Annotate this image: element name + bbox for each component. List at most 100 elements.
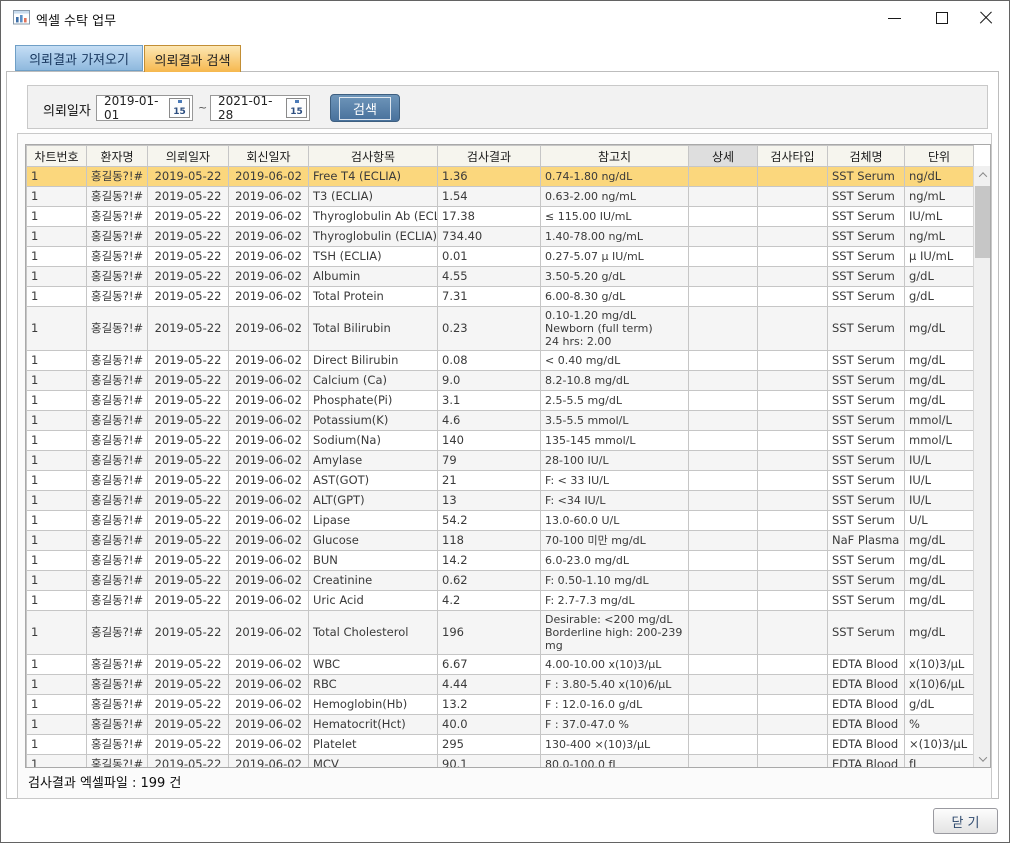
cell-request-date[interactable]: 2019-05-22 [148,675,229,695]
cell-reply-date[interactable]: 2019-06-02 [229,227,309,247]
cell-unit[interactable]: ng/dL [905,167,974,187]
cell-test-item[interactable]: Hematocrit(Hct) [309,715,438,735]
cell-request-date[interactable]: 2019-05-22 [148,511,229,531]
cell-test-type[interactable] [758,491,828,511]
cell-result[interactable]: 54.2 [438,511,541,531]
table-row[interactable]: 1홍길동?!#2019-05-222019-06-02Sodium(Na)140… [27,431,974,451]
cell-patient[interactable]: 홍길동?!# [87,571,148,591]
cell-chart-no[interactable]: 1 [27,267,87,287]
column-header-specimen[interactable]: 검체명 [828,146,905,167]
table-row[interactable]: 1홍길동?!#2019-05-222019-06-02TSH (ECLIA)0.… [27,247,974,267]
cell-request-date[interactable]: 2019-05-22 [148,655,229,675]
cell-specimen[interactable]: SST Serum [828,391,905,411]
close-button[interactable]: 닫 기 [933,808,998,834]
cell-result[interactable]: 9.0 [438,371,541,391]
column-header-request-date[interactable]: 의뢰일자 [148,146,229,167]
cell-test-type[interactable] [758,611,828,655]
cell-request-date[interactable]: 2019-05-22 [148,591,229,611]
cell-test-item[interactable]: Lipase [309,511,438,531]
cell-test-item[interactable]: Uric Acid [309,591,438,611]
cell-chart-no[interactable]: 1 [27,675,87,695]
cell-test-type[interactable] [758,511,828,531]
cell-test-type[interactable] [758,371,828,391]
cell-test-item[interactable]: RBC [309,675,438,695]
cell-specimen[interactable]: SST Serum [828,551,905,571]
cell-reply-date[interactable]: 2019-06-02 [229,715,309,735]
cell-reply-date[interactable]: 2019-06-02 [229,511,309,531]
cell-unit[interactable]: μ IU/mL [905,247,974,267]
cell-patient[interactable]: 홍길동?!# [87,611,148,655]
cell-chart-no[interactable]: 1 [27,655,87,675]
cell-specimen[interactable]: EDTA Blood [828,755,905,769]
cell-test-type[interactable] [758,471,828,491]
cell-test-type[interactable] [758,391,828,411]
cell-chart-no[interactable]: 1 [27,371,87,391]
cell-unit[interactable]: IU/L [905,451,974,471]
cell-test-type[interactable] [758,675,828,695]
table-row[interactable]: 1홍길동?!#2019-05-222019-06-02Creatinine0.6… [27,571,974,591]
cell-detail[interactable] [689,247,758,267]
cell-reference[interactable]: F: <34 IU/L [541,491,689,511]
cell-patient[interactable]: 홍길동?!# [87,755,148,769]
cell-result[interactable]: 13.2 [438,695,541,715]
cell-result[interactable]: 3.1 [438,391,541,411]
cell-request-date[interactable]: 2019-05-22 [148,491,229,511]
column-header-unit[interactable]: 단위 [905,146,974,167]
cell-result[interactable]: 4.44 [438,675,541,695]
cell-detail[interactable] [689,531,758,551]
column-header-reply-date[interactable]: 회신일자 [229,146,309,167]
cell-result[interactable]: 7.31 [438,287,541,307]
cell-reply-date[interactable]: 2019-06-02 [229,735,309,755]
cell-detail[interactable] [689,611,758,655]
cell-test-item[interactable]: WBC [309,655,438,675]
cell-detail[interactable] [689,571,758,591]
cell-chart-no[interactable]: 1 [27,307,87,351]
cell-chart-no[interactable]: 1 [27,187,87,207]
cell-request-date[interactable]: 2019-05-22 [148,167,229,187]
table-row[interactable]: 1홍길동?!#2019-05-222019-06-02BUN14.26.0-23… [27,551,974,571]
cell-specimen[interactable]: SST Serum [828,371,905,391]
cell-result[interactable]: 0.01 [438,247,541,267]
cell-patient[interactable]: 홍길동?!# [87,391,148,411]
cell-patient[interactable]: 홍길동?!# [87,655,148,675]
cell-request-date[interactable]: 2019-05-22 [148,611,229,655]
cell-chart-no[interactable]: 1 [27,207,87,227]
cell-request-date[interactable]: 2019-05-22 [148,267,229,287]
cell-reference[interactable]: 6.0-23.0 mg/dL [541,551,689,571]
cell-unit[interactable]: mg/dL [905,571,974,591]
cell-detail[interactable] [689,207,758,227]
cell-chart-no[interactable]: 1 [27,451,87,471]
search-button[interactable]: 검색 [330,94,400,122]
cell-detail[interactable] [689,187,758,207]
cell-request-date[interactable]: 2019-05-22 [148,431,229,451]
table-row[interactable]: 1홍길동?!#2019-05-222019-06-02Total Protein… [27,287,974,307]
cell-reply-date[interactable]: 2019-06-02 [229,571,309,591]
cell-test-type[interactable] [758,351,828,371]
cell-request-date[interactable]: 2019-05-22 [148,571,229,591]
cell-chart-no[interactable]: 1 [27,351,87,371]
cell-reply-date[interactable]: 2019-06-02 [229,247,309,267]
cell-result[interactable]: 4.2 [438,591,541,611]
cell-reply-date[interactable]: 2019-06-02 [229,411,309,431]
cell-result[interactable]: 0.62 [438,571,541,591]
cell-reference[interactable]: < 0.40 mg/dL [541,351,689,371]
cell-reply-date[interactable]: 2019-06-02 [229,755,309,769]
cell-test-item[interactable]: MCV [309,755,438,769]
cell-patient[interactable]: 홍길동?!# [87,287,148,307]
cell-patient[interactable]: 홍길동?!# [87,675,148,695]
cell-specimen[interactable]: SST Serum [828,451,905,471]
cell-reference[interactable]: 3.50-5.20 g/dL [541,267,689,287]
cell-specimen[interactable]: SST Serum [828,187,905,207]
cell-unit[interactable]: x(10)6/μL [905,675,974,695]
cell-reply-date[interactable]: 2019-06-02 [229,267,309,287]
cell-test-item[interactable]: Glucose [309,531,438,551]
table-row[interactable]: 1홍길동?!#2019-05-222019-06-02Lipase54.213.… [27,511,974,531]
cell-test-type[interactable] [758,267,828,287]
cell-chart-no[interactable]: 1 [27,247,87,267]
scrollbar-thumb[interactable] [975,186,990,258]
table-row[interactable]: 1홍길동?!#2019-05-222019-06-02Phosphate(Pi)… [27,391,974,411]
cell-test-item[interactable]: T3 (ECLIA) [309,187,438,207]
cell-specimen[interactable]: SST Serum [828,247,905,267]
cell-reference[interactable]: 6.00-8.30 g/dL [541,287,689,307]
cell-chart-no[interactable]: 1 [27,511,87,531]
